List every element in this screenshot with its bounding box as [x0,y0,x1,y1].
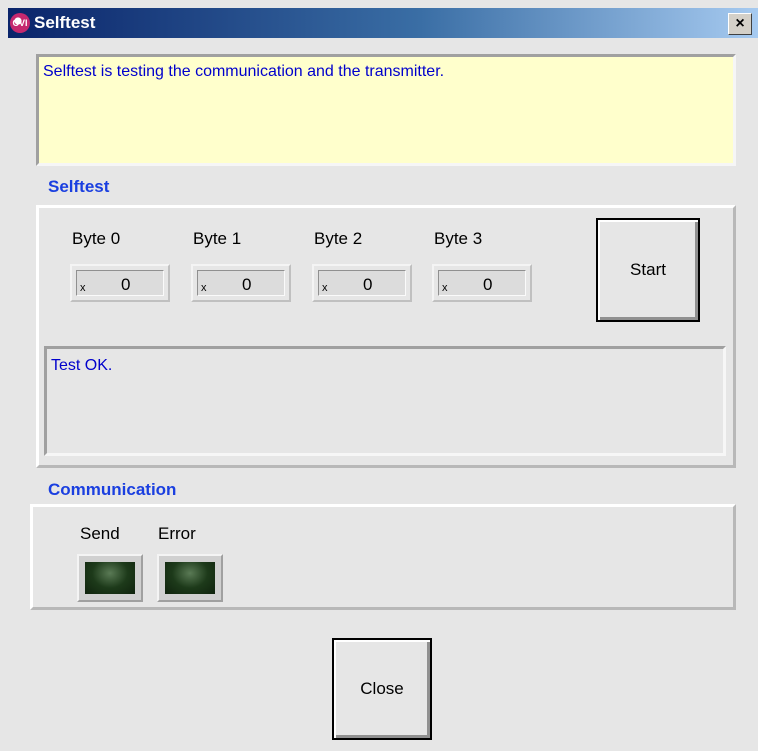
send-indicator-led [77,554,143,602]
title-bar[interactable]: CVI Selftest × [8,8,758,38]
info-message-box: Selftest is testing the communication an… [36,54,736,166]
test-status-box: Test OK. [44,346,726,456]
hex-prefix: x [201,282,207,294]
byte-3-field: x 0 [432,264,532,302]
selftest-section-label: Selftest [48,177,110,196]
byte-3-label: Byte 3 [434,229,483,248]
byte-2-field: x 0 [312,264,412,302]
info-message: Selftest is testing the communication an… [43,63,445,80]
hex-prefix: x [442,282,448,294]
close-icon[interactable]: × [728,13,752,35]
byte-2-value: 0 [363,275,373,294]
send-led-lamp [85,562,135,594]
byte-0-value: 0 [121,275,131,294]
error-indicator-led [157,554,223,602]
byte-3-value: 0 [483,275,493,294]
selftest-window: CVI Selftest × Selftest is testing the c… [0,0,758,751]
byte-1-label: Byte 1 [193,229,242,248]
error-label: Error [158,524,196,543]
hex-prefix: x [80,282,86,294]
error-led-lamp [165,562,215,594]
byte-1-field: x 0 [191,264,291,302]
close-button[interactable]: Close [332,638,432,740]
byte-0-field: x 0 [70,264,170,302]
app-icon: CVI [10,13,30,33]
window-title: Selftest [34,13,96,32]
start-button[interactable]: Start [596,218,700,322]
communication-section-label: Communication [48,480,177,499]
hex-prefix: x [322,282,328,294]
test-status-text: Test OK. [51,357,113,374]
byte-1-value: 0 [242,275,252,294]
send-label: Send [80,524,120,543]
byte-0-label: Byte 0 [72,229,121,248]
byte-2-label: Byte 2 [314,229,363,248]
